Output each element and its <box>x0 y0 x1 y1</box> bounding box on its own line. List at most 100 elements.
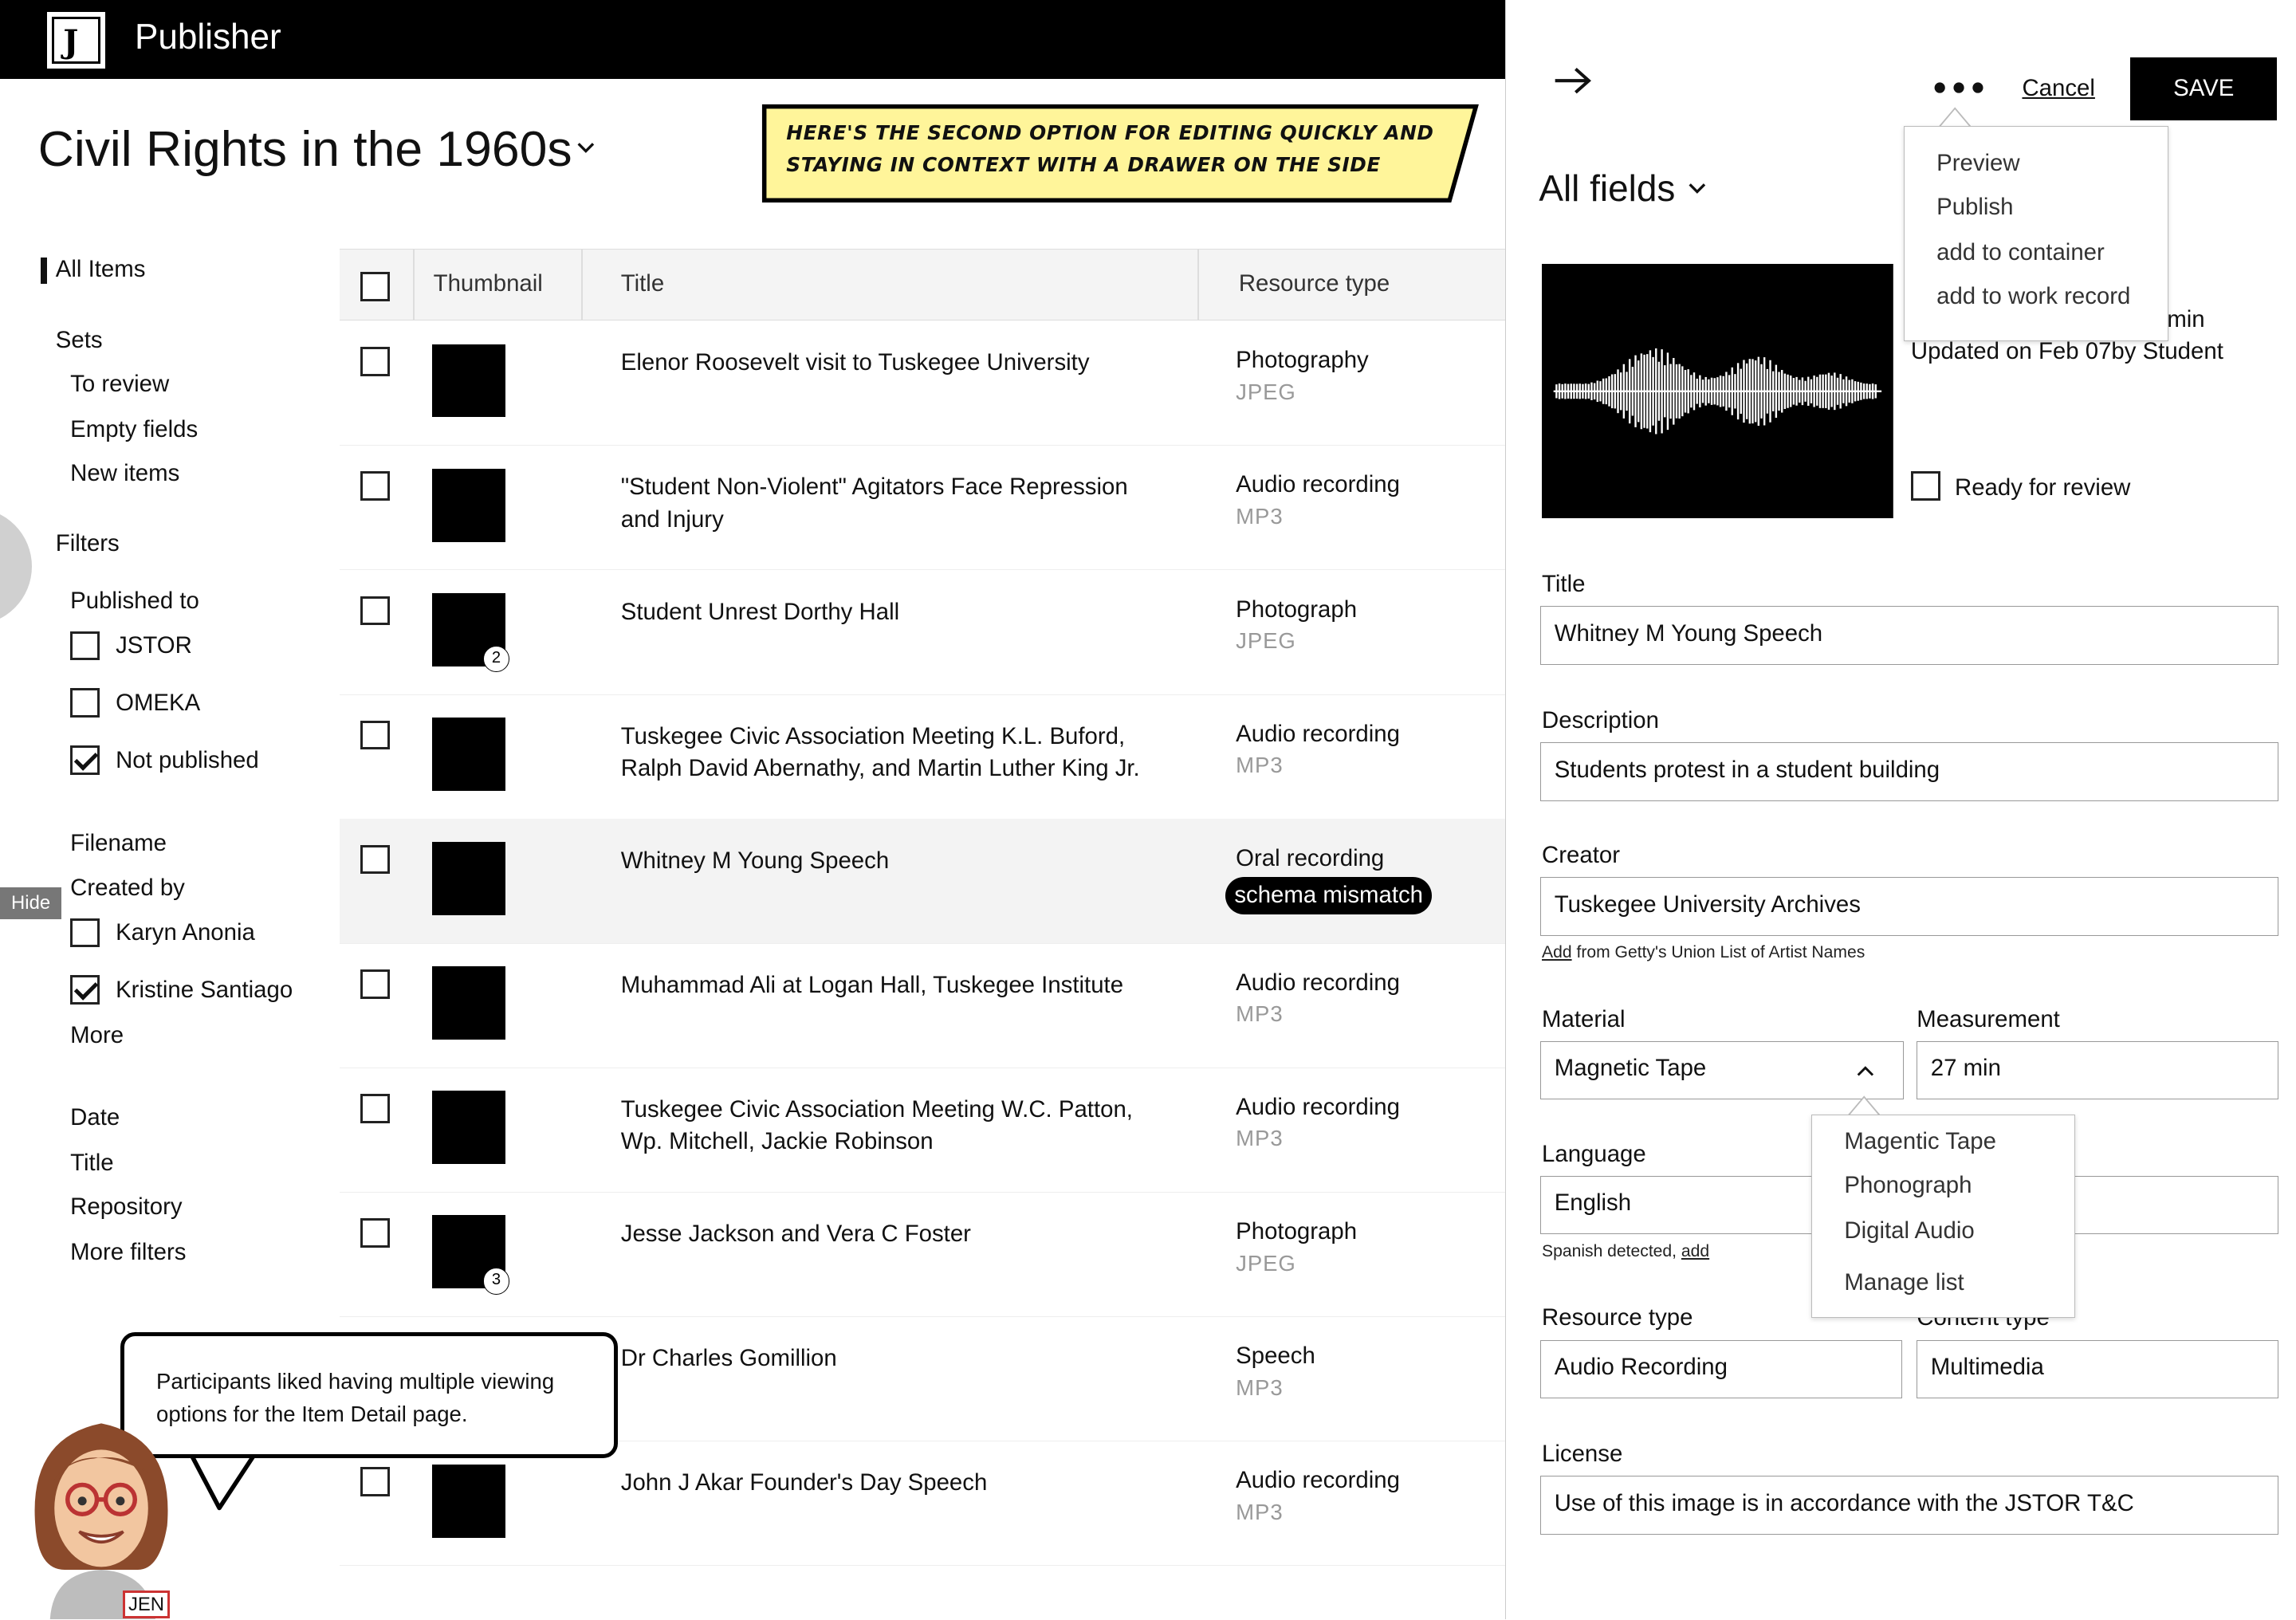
row-title[interactable]: Muhammad Ali at Logan Hall, Tuskegee Ins… <box>621 969 1163 1001</box>
audio-waveform-preview[interactable] <box>1542 263 1893 519</box>
thumbnail[interactable] <box>431 1091 505 1165</box>
filter-repository[interactable]: Repository <box>70 1193 182 1221</box>
description-field[interactable]: Students protest in a student building <box>1540 742 2278 801</box>
column-thumbnail[interactable]: Thumbnail <box>434 270 543 297</box>
row-checkbox[interactable] <box>360 844 390 875</box>
table-row[interactable]: Elenor Roosevelt visit to Tuskegee Unive… <box>340 320 1506 446</box>
filter-title[interactable]: Title <box>70 1150 113 1177</box>
filename-filter[interactable]: Filename <box>70 830 167 857</box>
select-all-checkbox[interactable] <box>360 271 390 301</box>
row-title[interactable]: Tuskegee Civic Association Meeting K.L. … <box>621 721 1163 785</box>
row-title[interactable]: Student Unrest Dorthy Hall <box>621 596 1163 628</box>
left-scroll-handle[interactable] <box>0 508 33 626</box>
content-type-field[interactable]: Multimedia <box>1917 1339 2278 1399</box>
column-title[interactable]: Title <box>621 270 664 297</box>
row-title[interactable]: Tuskegee Civic Association Meeting W.C. … <box>621 1094 1163 1158</box>
speech-bubble: Participants liked having multiple viewi… <box>120 1332 619 1459</box>
filter-not-published-checkbox[interactable] <box>70 745 100 775</box>
license-field[interactable]: Use of this image is in accordance with … <box>1540 1476 2278 1535</box>
row-type: Audio recording <box>1236 1467 1400 1494</box>
measurement-field[interactable]: 27 min <box>1917 1040 2278 1100</box>
option-digital-audio[interactable]: Digital Audio <box>1844 1217 1974 1244</box>
filter-kristine-checkbox[interactable] <box>70 975 100 1005</box>
row-type: Audio recording <box>1236 720 1400 747</box>
chevron-up-icon[interactable] <box>1855 1062 1876 1079</box>
more-link[interactable]: More <box>70 1022 124 1049</box>
thumbnail[interactable] <box>431 468 505 542</box>
row-checkbox[interactable] <box>360 1093 390 1123</box>
filter-jstor-checkbox[interactable] <box>70 631 100 661</box>
set-empty-fields[interactable]: Empty fields <box>70 416 198 443</box>
table-row[interactable]: Tuskegee Civic Association Meeting W.C. … <box>340 1068 1506 1193</box>
table-row[interactable]: Tuskegee Civic Association Meeting K.L. … <box>340 694 1506 820</box>
filter-date[interactable]: Date <box>70 1104 120 1131</box>
row-title[interactable]: John J Akar Founder's Day Speech <box>621 1467 1163 1499</box>
column-resource-type[interactable]: Resource type <box>1239 270 1390 297</box>
table-row[interactable]: 2 Student Unrest Dorthy Hall Photograph … <box>340 569 1506 695</box>
row-checkbox[interactable] <box>360 471 390 501</box>
thumbnail[interactable]: 3 <box>431 1215 510 1295</box>
hide-sidebar-button[interactable]: Hide <box>0 887 62 920</box>
option-phonograph[interactable]: Phonograph <box>1844 1172 1972 1199</box>
row-checkbox[interactable] <box>360 720 390 750</box>
thumbnail[interactable] <box>431 717 505 791</box>
creator-label: Creator <box>1542 842 1620 869</box>
menu-item-add-to-container[interactable]: add to container <box>1936 239 2105 266</box>
set-new-items[interactable]: New items <box>70 460 179 487</box>
creator-note-text: from Getty's Union List of Artist Names <box>1571 942 1866 961</box>
thumbnail[interactable] <box>431 842 505 915</box>
option-magentic-tape[interactable]: Magentic Tape <box>1844 1128 1996 1155</box>
chevron-down-icon[interactable] <box>1687 179 1708 199</box>
thumbnail[interactable]: 2 <box>431 592 510 673</box>
resource-type-label: Resource type <box>1542 1304 1693 1331</box>
filter-karyn-checkbox[interactable] <box>70 918 100 948</box>
option-manage-list[interactable]: Manage list <box>1844 1269 1964 1296</box>
row-checkbox[interactable] <box>360 1218 390 1248</box>
menu-item-preview[interactable]: Preview <box>1936 150 2019 177</box>
thumbnail[interactable] <box>431 1464 505 1538</box>
thumbnail[interactable] <box>431 344 505 418</box>
created-by-heading: Created by <box>70 874 185 901</box>
add-language-link[interactable]: add <box>1681 1242 1709 1260</box>
publisher-logo[interactable]: J <box>46 11 106 69</box>
row-title[interactable]: "Student Non-Violent" Agitators Face Rep… <box>621 471 1163 536</box>
page-title[interactable]: Civil Rights in the 1960s <box>38 120 572 178</box>
thumbnail[interactable] <box>431 966 505 1040</box>
set-to-review[interactable]: To review <box>70 371 169 398</box>
row-checkbox[interactable] <box>360 596 390 626</box>
table-row[interactable]: Muhammad Ali at Logan Hall, Tuskegee Ins… <box>340 943 1506 1068</box>
row-title[interactable]: Dr Charles Gomillion <box>621 1343 1163 1374</box>
cancel-link[interactable]: Cancel <box>2022 75 2094 102</box>
material-select[interactable]: Magnetic Tape <box>1540 1040 1904 1100</box>
title-field[interactable]: Whitney M Young Speech <box>1540 606 2278 665</box>
sidebar-item-all-items[interactable]: All Items <box>56 256 146 283</box>
table-row[interactable]: John J Akar Founder's Day Speech Audio r… <box>340 1441 1506 1567</box>
add-from-getty-link[interactable]: Add <box>1542 943 1572 961</box>
table-row[interactable]: "Student Non-Violent" Agitators Face Rep… <box>340 445 1506 571</box>
ready-for-review-checkbox[interactable] <box>1910 471 1940 501</box>
filter-omeka-checkbox[interactable] <box>70 688 100 718</box>
avatar <box>34 1423 168 1620</box>
arrow-right-icon[interactable] <box>1552 65 1593 96</box>
save-button[interactable]: SAVE <box>2130 57 2278 120</box>
row-checkbox[interactable] <box>360 347 390 376</box>
row-checkbox[interactable] <box>360 969 390 999</box>
table-row-selected[interactable]: Whitney M Young Speech Oral recording sc… <box>340 818 1506 944</box>
table-row[interactable]: 3 Jesse Jackson and Vera C Foster Photog… <box>340 1192 1506 1318</box>
view-select[interactable]: All fields <box>1539 167 1675 210</box>
ready-for-review-label: Ready for review <box>1954 474 2131 501</box>
row-type: Oral recording <box>1236 844 1385 871</box>
more-horizontal-icon[interactable] <box>1932 79 1985 96</box>
resource-type-field[interactable]: Audio Recording <box>1540 1339 1902 1399</box>
row-type: Audio recording <box>1236 969 1400 996</box>
row-title[interactable]: Whitney M Young Speech <box>621 845 1163 877</box>
row-checkbox[interactable] <box>360 1467 390 1497</box>
menu-item-publish[interactable]: Publish <box>1936 194 2013 221</box>
row-title[interactable]: Elenor Roosevelt visit to Tuskegee Unive… <box>621 347 1163 379</box>
chevron-down-icon[interactable] <box>576 138 596 159</box>
schema-mismatch-badge: schema mismatch <box>1225 877 1433 914</box>
menu-item-add-to-work-record[interactable]: add to work record <box>1936 283 2130 310</box>
creator-field[interactable]: Tuskegee University Archives <box>1540 877 2278 936</box>
more-filters-link[interactable]: More filters <box>70 1239 186 1266</box>
row-title[interactable]: Jesse Jackson and Vera C Foster <box>621 1218 1163 1250</box>
